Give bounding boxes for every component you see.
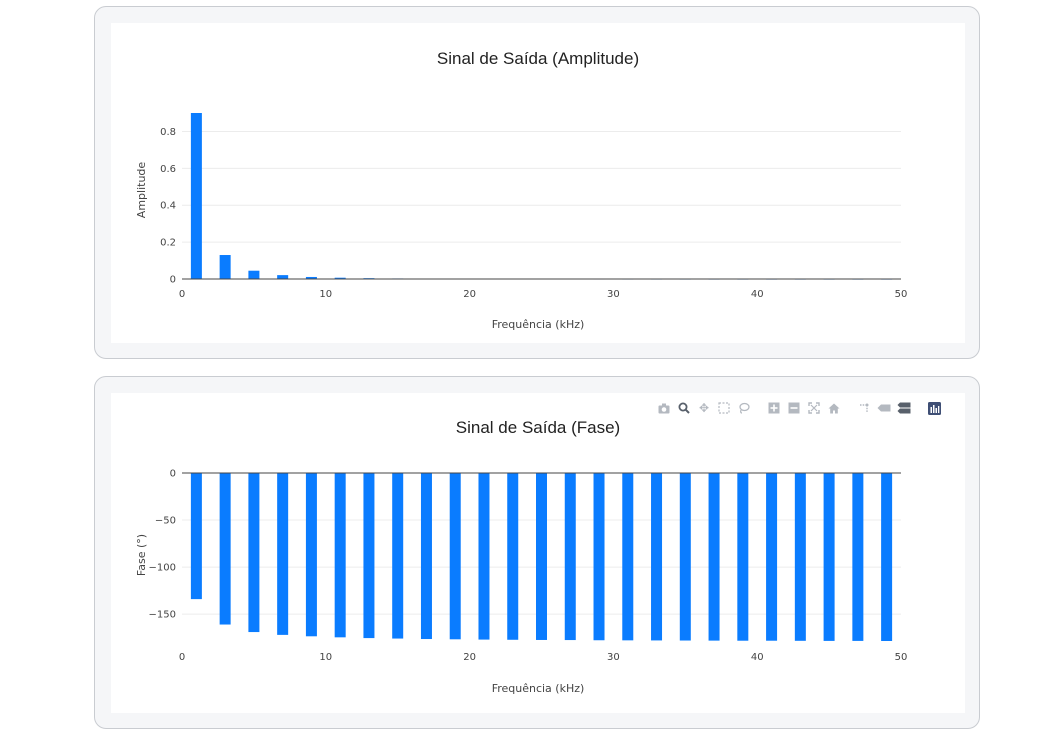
bar[interactable] bbox=[219, 473, 231, 625]
bar[interactable] bbox=[420, 473, 432, 640]
bar[interactable] bbox=[881, 473, 893, 641]
hover-closest-icon[interactable] bbox=[875, 400, 893, 416]
y-tick-label: 0.6 bbox=[160, 164, 176, 175]
x-tick-label: 10 bbox=[319, 289, 332, 300]
bar[interactable] bbox=[248, 473, 260, 633]
chart-title: Sinal de Saída (Fase) bbox=[456, 418, 620, 437]
bar[interactable] bbox=[536, 473, 547, 640]
x-tick-label: 40 bbox=[751, 652, 764, 663]
y-tick-label: −50 bbox=[155, 516, 176, 527]
pan-icon[interactable]: ✥ bbox=[695, 400, 713, 416]
x-tick-label: 20 bbox=[463, 289, 476, 300]
x-tick-label: 30 bbox=[607, 289, 620, 300]
bar[interactable] bbox=[823, 473, 835, 641]
x-tick-label: 0 bbox=[179, 289, 185, 300]
bar[interactable] bbox=[593, 473, 605, 641]
phase-plot-area[interactable]: 0 −50 −100 −150 0 10 20 30 40 50 Sinal de Saída (… bbox=[111, 393, 965, 713]
bar[interactable] bbox=[766, 473, 778, 641]
bar[interactable] bbox=[277, 473, 289, 635]
y-tick-label: 0 bbox=[170, 469, 176, 480]
y-tick-label: 0.8 bbox=[160, 127, 176, 138]
amplitude-plot-area[interactable]: 0 0.2 0.4 0.6 0.8 0 10 20 30 40 50 Sinal de Saída … bbox=[111, 23, 965, 343]
x-tick-label: 40 bbox=[751, 289, 764, 300]
lasso-icon[interactable] bbox=[735, 400, 753, 416]
x-axis-label: Frequência (kHz) bbox=[492, 318, 585, 331]
phase-chart: 0 −50 −100 −150 0 10 20 30 40 50 Sinal de Saída (… bbox=[135, 418, 908, 695]
phase-chart-panel: 0 −50 −100 −150 0 10 20 30 40 50 Sinal de Saída (… bbox=[94, 376, 980, 729]
x-tick-label: 50 bbox=[895, 652, 908, 663]
bar[interactable] bbox=[219, 255, 231, 279]
plotly-logo-icon[interactable] bbox=[925, 400, 943, 416]
amplitude-chart-panel: 0 0.2 0.4 0.6 0.8 0 10 20 30 40 50 Sinal de Saída … bbox=[94, 6, 980, 359]
x-tick-label: 30 bbox=[607, 652, 620, 663]
bar[interactable] bbox=[737, 473, 749, 641]
modebar: ✥ bbox=[655, 400, 943, 416]
bar[interactable] bbox=[651, 473, 663, 641]
y-tick-label: −150 bbox=[149, 610, 176, 621]
y-tick-label: 0.2 bbox=[160, 238, 176, 249]
hover-compare-icon[interactable] bbox=[895, 400, 913, 416]
bar[interactable] bbox=[363, 473, 375, 639]
bar[interactable] bbox=[507, 473, 519, 640]
autoscale-icon[interactable] bbox=[805, 400, 823, 416]
x-axis-label: Frequência (kHz) bbox=[492, 682, 585, 695]
x-tick-label: 20 bbox=[463, 652, 476, 663]
bar[interactable] bbox=[305, 473, 317, 637]
y-tick-label: −100 bbox=[149, 563, 176, 574]
bar[interactable] bbox=[334, 473, 346, 638]
bar[interactable] bbox=[852, 473, 864, 641]
y-axis-label: Fase (°) bbox=[135, 534, 148, 576]
bar[interactable] bbox=[392, 473, 404, 639]
bar[interactable] bbox=[679, 473, 691, 641]
spike-lines-icon[interactable] bbox=[855, 400, 873, 416]
bar[interactable] bbox=[478, 473, 490, 640]
bar[interactable] bbox=[248, 270, 260, 279]
y-tick-label: 0 bbox=[170, 275, 176, 286]
zoom-icon[interactable] bbox=[675, 400, 693, 416]
chart-title: Sinal de Saída (Amplitude) bbox=[437, 49, 639, 68]
y-tick-label: 0.4 bbox=[160, 201, 176, 212]
bar[interactable] bbox=[190, 113, 202, 279]
amplitude-chart: 0 0.2 0.4 0.6 0.8 0 10 20 30 40 50 Sinal de Saída … bbox=[135, 49, 908, 331]
camera-icon[interactable] bbox=[655, 400, 673, 416]
y-axis-label: Amplitude bbox=[135, 162, 148, 219]
bar[interactable] bbox=[794, 473, 806, 641]
zoom-in-icon[interactable] bbox=[765, 400, 783, 416]
reset-axes-icon[interactable] bbox=[825, 400, 843, 416]
bar[interactable] bbox=[564, 473, 576, 641]
x-tick-label: 0 bbox=[179, 652, 185, 663]
box-select-icon[interactable] bbox=[715, 400, 733, 416]
bar[interactable] bbox=[449, 473, 461, 640]
bar[interactable] bbox=[622, 473, 634, 641]
x-tick-label: 50 bbox=[895, 289, 908, 300]
x-tick-label: 10 bbox=[319, 652, 332, 663]
bar[interactable] bbox=[277, 275, 289, 279]
bar[interactable] bbox=[190, 473, 202, 600]
bar[interactable] bbox=[708, 473, 720, 641]
zoom-out-icon[interactable] bbox=[785, 400, 803, 416]
